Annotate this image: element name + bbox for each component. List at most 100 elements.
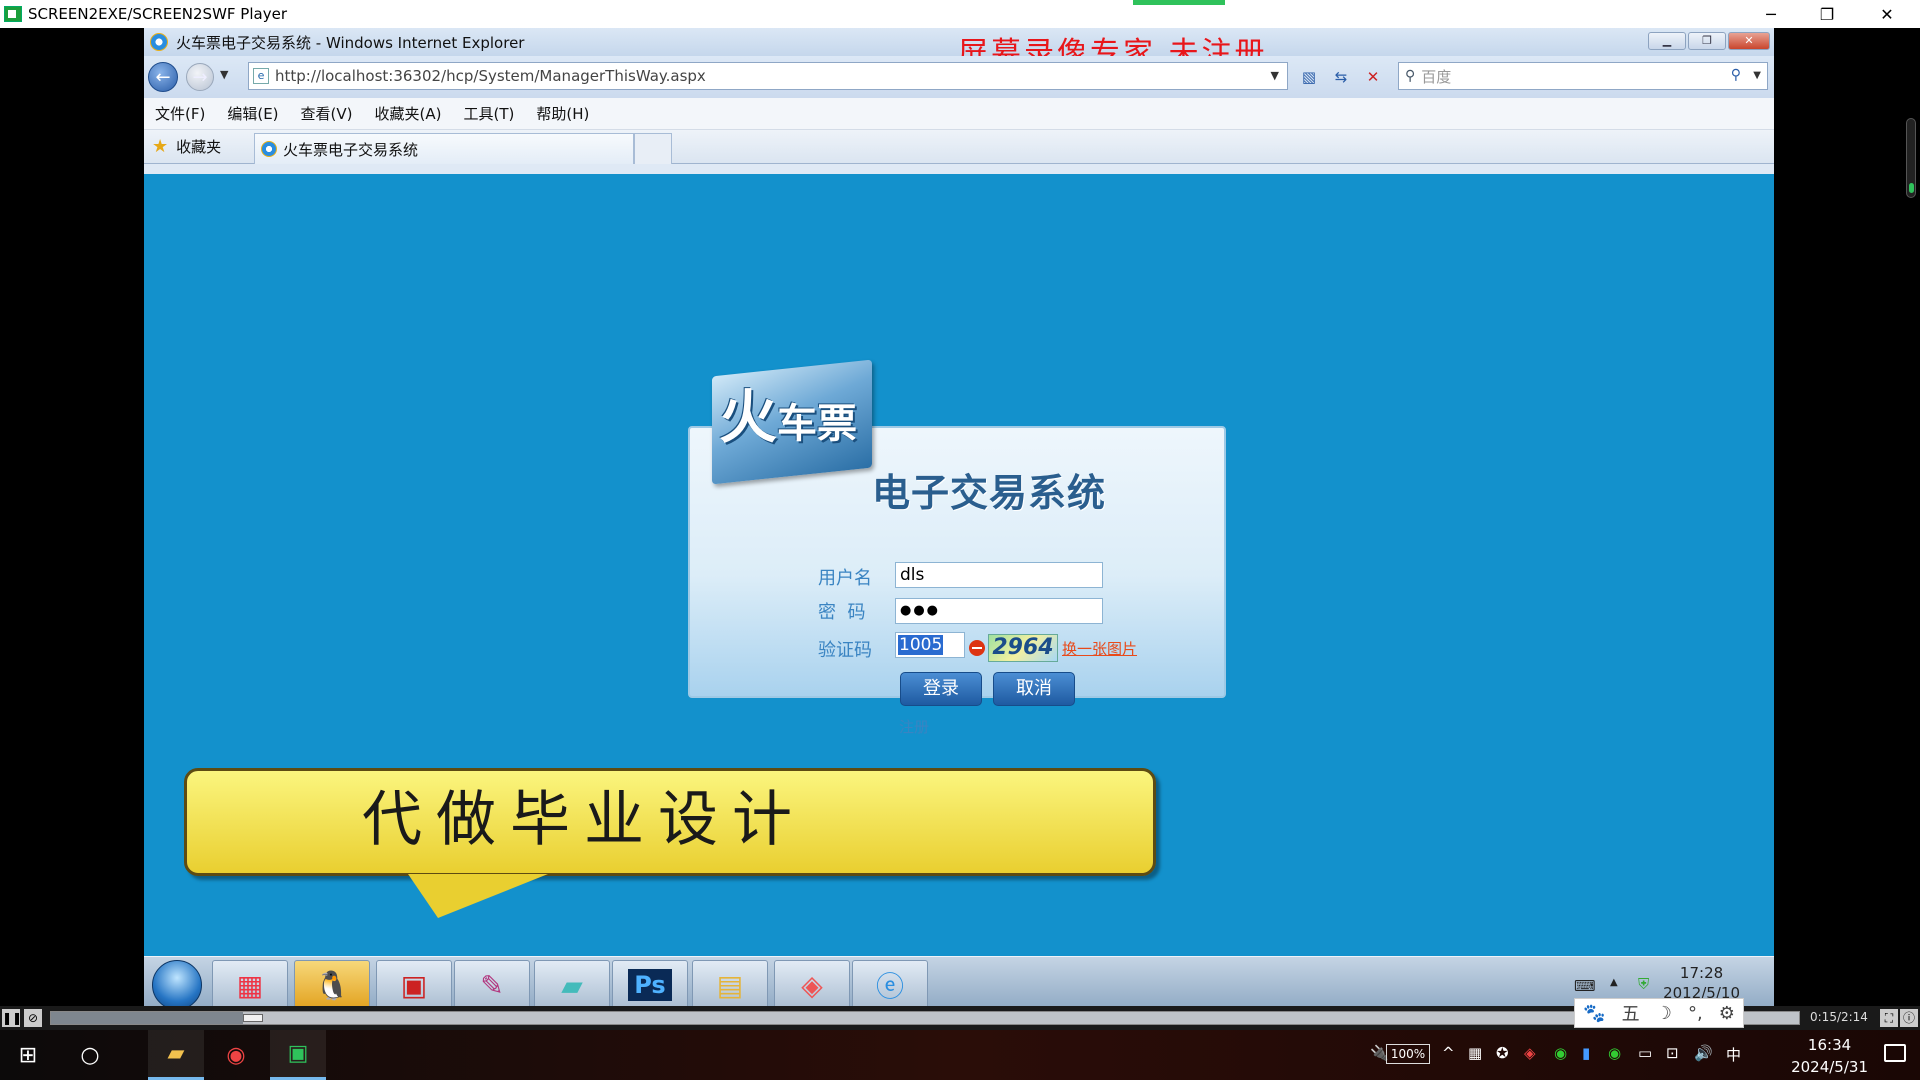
- wechat-icon-2[interactable]: ◉: [1608, 1044, 1621, 1062]
- forward-arrow-icon: →: [192, 66, 208, 88]
- ie-minimize-button[interactable]: ▁: [1648, 32, 1686, 50]
- back-arrow-icon: ←: [155, 66, 171, 88]
- media-icon[interactable]: ◈: [774, 960, 850, 1010]
- back-button[interactable]: ←: [148, 62, 178, 92]
- windows-explorer-icon[interactable]: ▦: [212, 960, 288, 1010]
- menu-file[interactable]: 文件(F): [144, 103, 216, 124]
- menu-favorites[interactable]: 收藏夹(A): [364, 103, 453, 124]
- search-icon: ⚲: [1405, 68, 1416, 84]
- ime-language[interactable]: 中: [1726, 1044, 1741, 1065]
- file-explorer-icon[interactable]: ▰: [148, 1030, 204, 1080]
- menu-help[interactable]: 帮助(H): [525, 103, 600, 124]
- refresh-captcha-link[interactable]: 换一张图片: [1062, 638, 1137, 659]
- inner-clock[interactable]: 17:28 2012/5/10: [1663, 963, 1740, 1003]
- system-clock[interactable]: 16:34 2024/5/31: [1791, 1034, 1868, 1078]
- tab-active[interactable]: 火车票电子交易系统: [254, 133, 634, 164]
- windows-taskbar: ⊞ ○ ▰ ◉ ▣ 🔌 100% ^ ▦ ✪ ◈ ◉ ▮ ◉ ▭ ⊡ 🔊 中 1…: [0, 1030, 1920, 1080]
- fullscreen-button[interactable]: ⛶: [1880, 1009, 1898, 1027]
- minimize-button[interactable]: ─: [1748, 0, 1794, 28]
- compatibility-icon[interactable]: ▧: [1296, 64, 1322, 90]
- favorites-button[interactable]: ★ 收藏夹: [152, 136, 221, 157]
- search-go-icon[interactable]: ⚲: [1731, 67, 1741, 83]
- star-icon: ★: [152, 136, 169, 157]
- seek-bar[interactable]: [50, 1011, 1800, 1025]
- captcha-image[interactable]: 2964: [988, 634, 1058, 662]
- username-label: 用户名: [818, 568, 872, 589]
- ime-wubi[interactable]: 五: [1622, 1000, 1640, 1026]
- chrome-icon[interactable]: ◉: [208, 1030, 264, 1080]
- close-button[interactable]: ✕: [1864, 0, 1910, 28]
- pen-tool-icon[interactable]: ✎: [454, 960, 530, 1010]
- ie-menubar: 文件(F) 编辑(E) 查看(V) 收藏夹(A) 工具(T) 帮助(H): [144, 98, 1774, 130]
- volume-icon[interactable]: 🔊: [1694, 1044, 1713, 1062]
- eraser-icon[interactable]: ▰: [534, 960, 610, 1010]
- captcha-input[interactable]: 1005: [895, 632, 965, 658]
- tray-app-icon-1[interactable]: ▦: [1468, 1044, 1482, 1062]
- password-input[interactable]: ●●●: [895, 598, 1103, 624]
- restore-button[interactable]: ❐: [1804, 0, 1850, 28]
- inner-tray-keyboard-icon[interactable]: ⌨: [1574, 977, 1596, 995]
- menu-tools[interactable]: 工具(T): [452, 103, 525, 124]
- network-icon[interactable]: ⊡: [1666, 1044, 1679, 1062]
- address-bar[interactable]: e http://localhost:36302/hcp/System/Mana…: [248, 62, 1288, 90]
- battery-indicator[interactable]: 100%: [1386, 1044, 1430, 1064]
- ime-toolbar: 🐾 五 ☽ °, ⚙: [1574, 998, 1744, 1028]
- time-readout: 0:15/2:14: [1810, 1010, 1868, 1024]
- player-titlebar: SCREEN2EXE/SCREEN2SWF Player ─ ❐ ✕: [0, 0, 1920, 28]
- stop-icon[interactable]: ✕: [1360, 64, 1386, 90]
- wechat-icon[interactable]: ◉: [1554, 1044, 1567, 1062]
- refresh-icon[interactable]: ⇆: [1328, 64, 1354, 90]
- inner-tray-security-icon[interactable]: ⛨: [1638, 975, 1649, 993]
- search-circle-icon[interactable]: ○: [62, 1030, 118, 1080]
- search-box[interactable]: ⚲ 百度 ⚲ ▼: [1398, 62, 1768, 90]
- page-icon: e: [253, 68, 269, 84]
- register-link[interactable]: 注册: [899, 716, 929, 737]
- address-dropdown-icon[interactable]: ▼: [1271, 69, 1279, 82]
- ie-close-button[interactable]: ✕: [1728, 32, 1770, 50]
- seek-fill: [51, 1012, 244, 1024]
- tray-app-icon-4[interactable]: ▮: [1582, 1044, 1590, 1062]
- player-green-tab: [1133, 0, 1225, 5]
- photoshop-label: Ps: [628, 969, 672, 1001]
- ad-text: 代做毕业设计: [362, 785, 806, 855]
- ime-moon-icon[interactable]: ☽: [1656, 1003, 1672, 1024]
- ie-window: 火车票电子交易系统 - Windows Internet Explorer 屏幕…: [144, 28, 1774, 1018]
- qq-icon[interactable]: 🐧: [294, 960, 370, 1010]
- username-input[interactable]: dls: [895, 562, 1103, 588]
- ime-punct-icon[interactable]: °,: [1688, 1003, 1703, 1024]
- login-button[interactable]: 登录: [900, 672, 982, 706]
- inner-tray-arrow-icon[interactable]: ▲: [1610, 977, 1618, 988]
- ie-window-title: 火车票电子交易系统 - Windows Internet Explorer: [176, 33, 525, 52]
- internet-explorer-icon[interactable]: ⓔ: [852, 960, 928, 1010]
- seek-thumb[interactable]: [243, 1014, 264, 1022]
- win7-start-icon[interactable]: [152, 960, 202, 1010]
- folder-icon[interactable]: ▤: [692, 960, 768, 1010]
- info-button[interactable]: ⓘ: [1900, 1009, 1918, 1027]
- search-dropdown-icon[interactable]: ▼: [1753, 70, 1761, 81]
- battery-icon[interactable]: ▭: [1638, 1044, 1652, 1062]
- tray-expand-icon[interactable]: ^: [1442, 1044, 1455, 1062]
- menu-edit[interactable]: 编辑(E): [216, 103, 289, 124]
- address-url[interactable]: http://localhost:36302/hcp/System/Manage…: [275, 67, 706, 85]
- tab-ie-icon: [261, 141, 277, 157]
- side-scroll-indicator[interactable]: [1906, 118, 1916, 198]
- tray-app-icon-3[interactable]: ◈: [1524, 1044, 1536, 1062]
- photoshop-icon[interactable]: Ps: [612, 960, 688, 1010]
- new-tab-button[interactable]: [634, 133, 672, 164]
- paw-icon[interactable]: 🐾: [1583, 1003, 1605, 1024]
- menu-view[interactable]: 查看(V): [290, 103, 364, 124]
- forward-button[interactable]: →: [186, 63, 214, 91]
- pause-button[interactable]: ❚❚: [2, 1009, 22, 1027]
- player-taskbar-icon[interactable]: ▣: [270, 1030, 326, 1080]
- cancel-button[interactable]: 取消: [993, 672, 1075, 706]
- tray-app-icon-2[interactable]: ✪: [1496, 1044, 1509, 1062]
- player-title: SCREEN2EXE/SCREEN2SWF Player: [28, 5, 287, 23]
- windows-start-icon[interactable]: ⊞: [0, 1030, 56, 1080]
- stop-button[interactable]: ⊘: [24, 1009, 42, 1027]
- history-dropdown-icon[interactable]: ▼: [220, 68, 228, 81]
- notification-icon[interactable]: [1884, 1044, 1906, 1062]
- password-label: 密 码: [818, 602, 866, 623]
- ie-restore-button[interactable]: ❐: [1688, 32, 1726, 50]
- toolbox-icon[interactable]: ▣: [376, 960, 452, 1010]
- ime-settings-icon[interactable]: ⚙: [1719, 1003, 1735, 1024]
